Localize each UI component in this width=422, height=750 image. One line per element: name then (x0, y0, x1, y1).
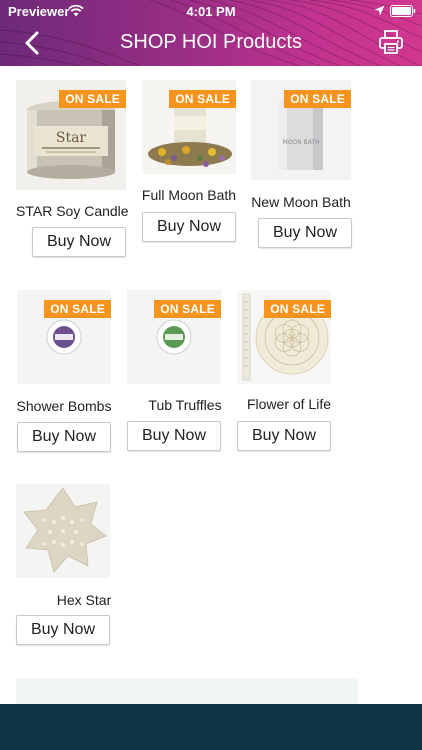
status-bar: Previewer 4:01 PM (0, 0, 422, 22)
jar-label-text: MOON BATH (283, 139, 320, 146)
bottom-bar (0, 704, 422, 750)
product-name: Tub Truffles (148, 397, 222, 413)
buy-now-button[interactable]: Buy Now (32, 227, 126, 257)
product-image[interactable]: Star ON SALE (16, 80, 126, 190)
product-image[interactable]: MOON BATH ON SALE (251, 80, 351, 180)
buy-now-button[interactable]: Buy Now (127, 421, 221, 451)
sale-badge: ON SALE (169, 90, 236, 108)
buy-now-button[interactable]: Buy Now (17, 422, 111, 452)
product-image[interactable]: ON SALE (17, 290, 111, 384)
clock: 4:01 PM (186, 4, 236, 19)
sale-badge: ON SALE (284, 90, 351, 108)
product-name: Flower of Life (246, 396, 332, 412)
product-name: Full Moon Bath (141, 187, 237, 203)
app-header: Previewer 4:01 PM SHOP HOI Products (0, 0, 422, 66)
buy-now-button[interactable]: Buy Now (16, 615, 110, 645)
location-icon (374, 5, 385, 16)
hex-star-image (16, 484, 110, 578)
product-image[interactable] (16, 484, 110, 578)
buy-now-button[interactable]: Buy Now (142, 212, 236, 242)
printer-icon[interactable] (378, 29, 404, 55)
sale-badge: ON SALE (264, 300, 331, 318)
page-title: SHOP HOI Products (120, 31, 302, 53)
buy-now-button[interactable]: Buy Now (237, 421, 331, 451)
battery-icon (390, 5, 416, 17)
sale-badge: ON SALE (44, 300, 111, 318)
product-image[interactable]: ON SALE (237, 290, 331, 384)
buy-now-button[interactable]: Buy Now (258, 218, 352, 248)
product-name: STAR Soy Candle (16, 203, 129, 219)
candle-label-text: Star (56, 130, 87, 146)
sale-badge: ON SALE (59, 90, 126, 108)
sale-badge: ON SALE (154, 300, 221, 318)
product-image[interactable]: ON SALE (142, 80, 236, 174)
product-name: New Moon Bath (251, 194, 351, 210)
product-name: Hex Star (56, 592, 112, 608)
product-name: Shower Bombs (16, 398, 112, 414)
product-image[interactable]: ON SALE (127, 290, 221, 384)
